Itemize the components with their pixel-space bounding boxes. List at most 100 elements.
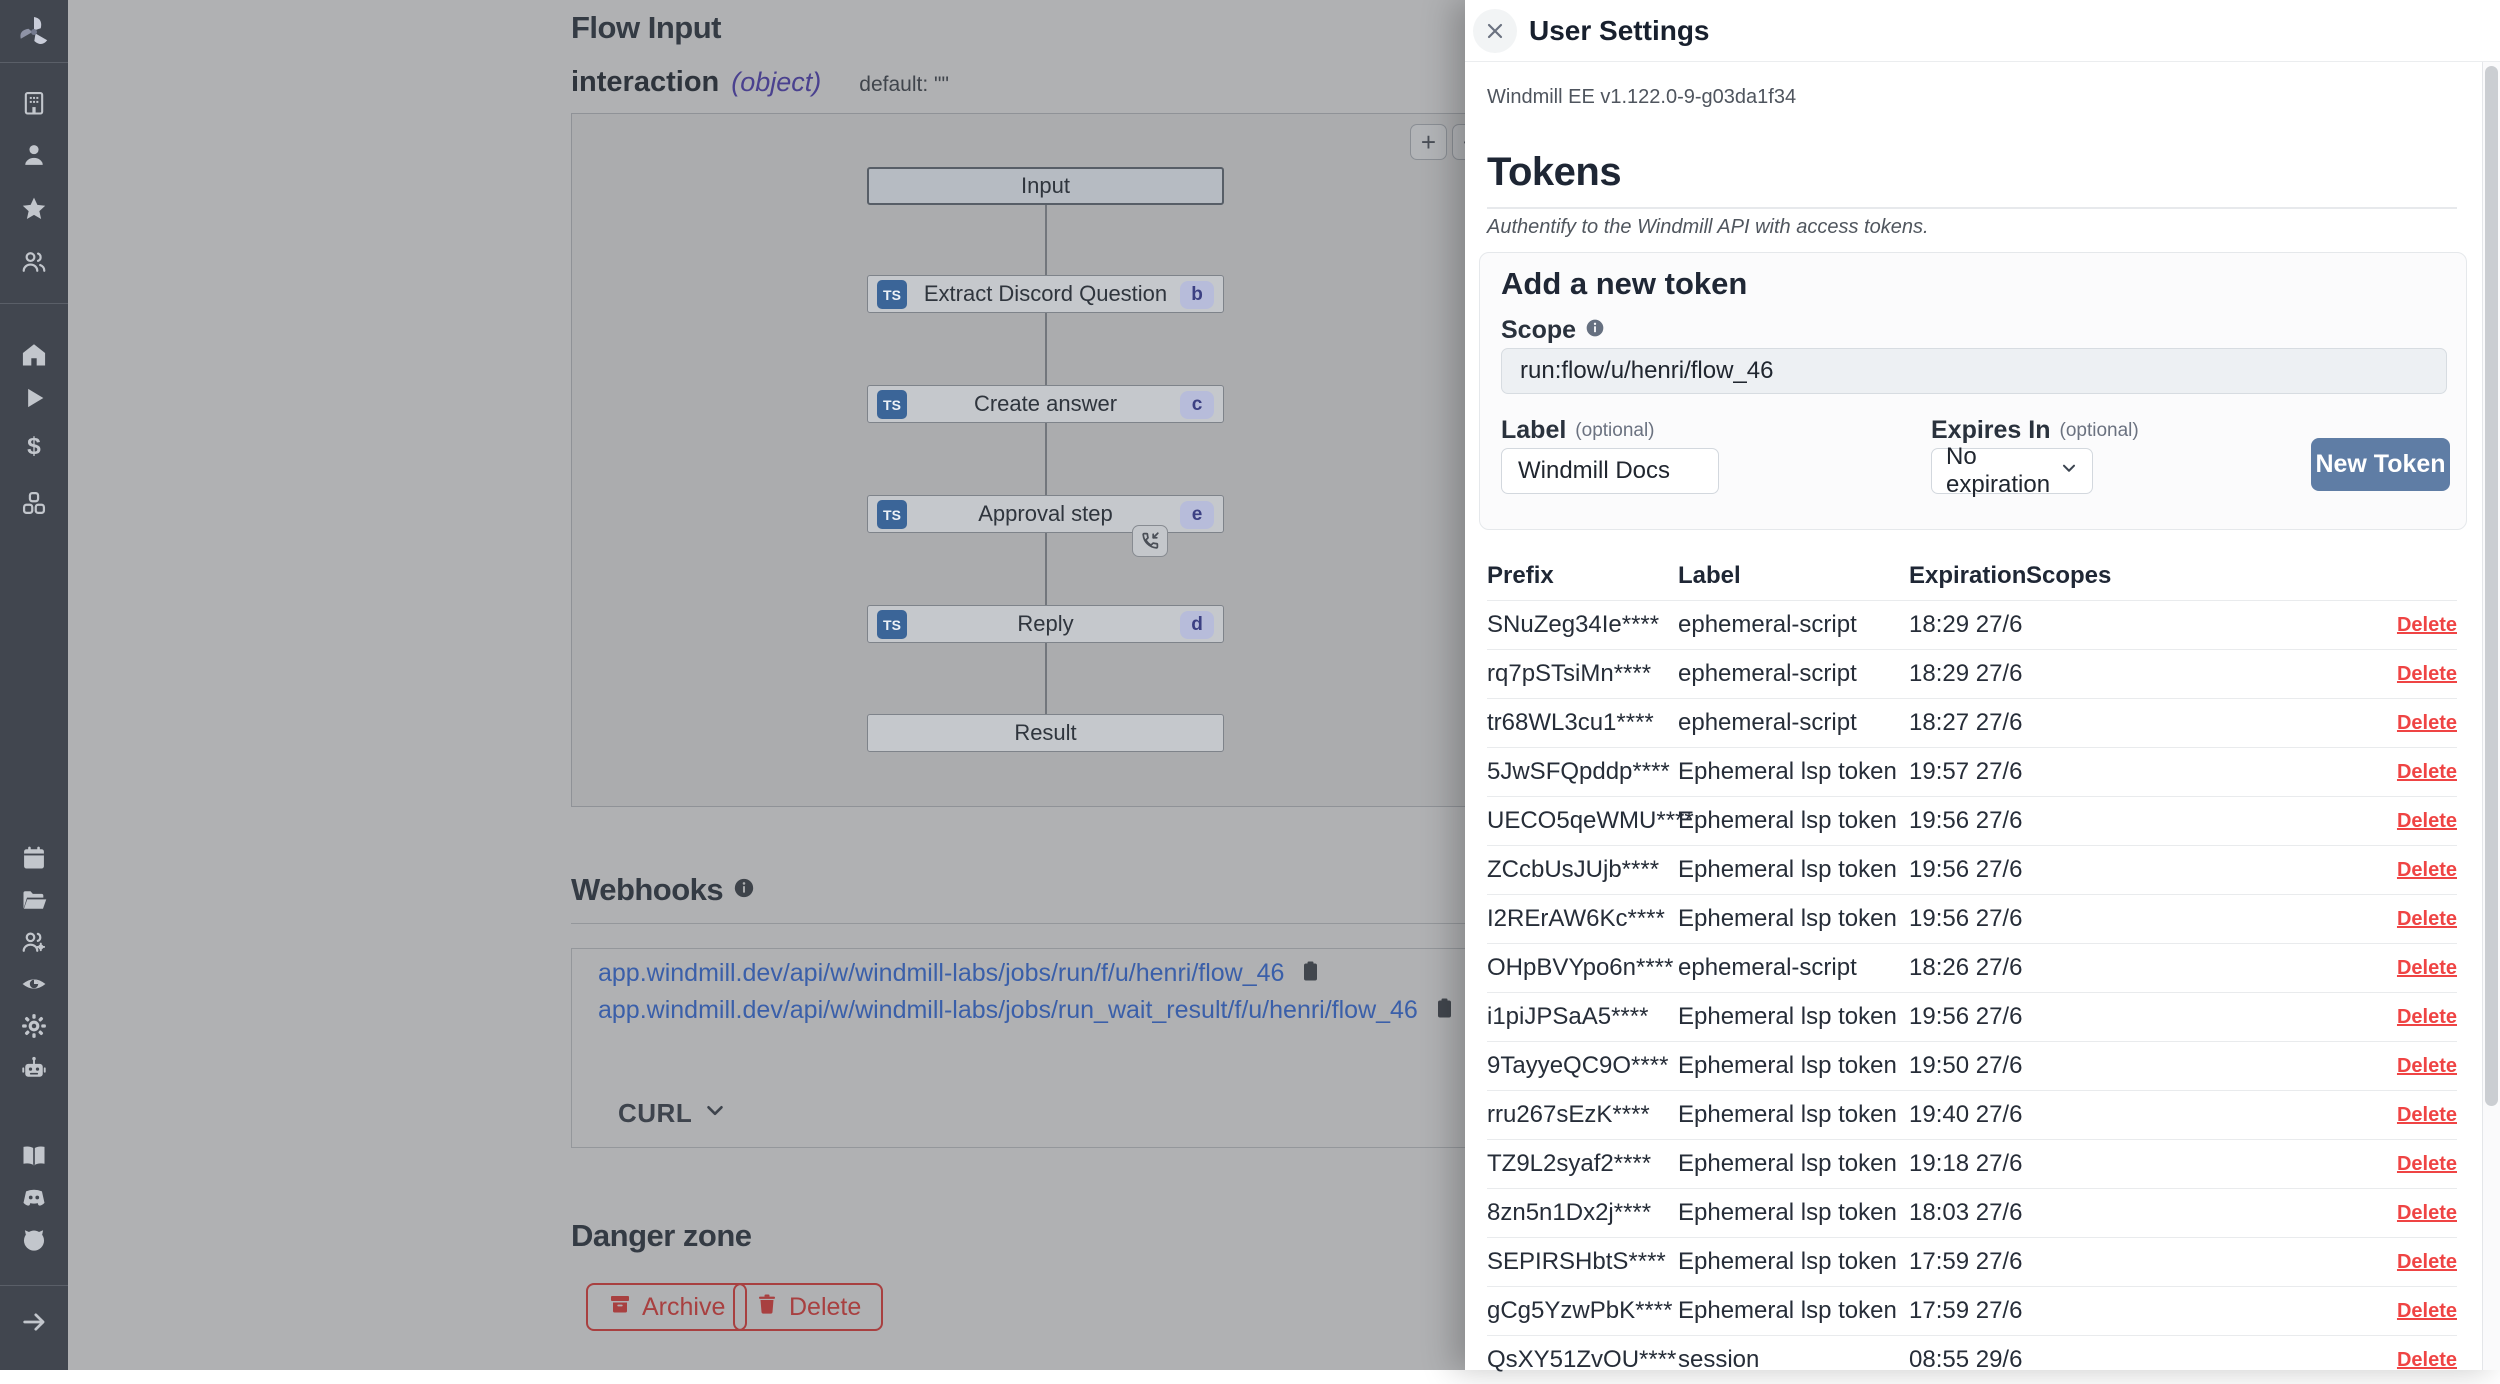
info-icon[interactable] — [1585, 316, 1605, 345]
danger-zone-title: Danger zone — [571, 1218, 752, 1254]
token-prefix: 9TayyeQC9O**** — [1487, 1052, 1678, 1080]
delete-token-link[interactable]: Delete — [2397, 1349, 2457, 1372]
delete-token-link[interactable]: Delete — [2397, 1153, 2457, 1176]
delete-token-link[interactable]: Delete — [2397, 1300, 2457, 1323]
flow-node-result[interactable]: Result — [867, 714, 1224, 752]
folder-open-icon[interactable] — [20, 886, 48, 914]
delete-flow-button[interactable]: Delete — [733, 1283, 883, 1331]
delete-token-link[interactable]: Delete — [2397, 859, 2457, 882]
divider — [571, 923, 1481, 924]
flow-node-create-answer[interactable]: TSCreate answerc — [867, 385, 1224, 423]
user-icon[interactable] — [20, 141, 48, 169]
new-token-button[interactable]: New Token — [2311, 438, 2450, 491]
play-icon[interactable] — [20, 384, 48, 412]
book-open-icon[interactable] — [20, 1142, 48, 1170]
discord-icon[interactable] — [20, 1184, 48, 1212]
flow-node-reply[interactable]: TSReplyd — [867, 605, 1224, 643]
archive-button[interactable]: Archive — [586, 1283, 747, 1331]
label-label-row: Label (optional) — [1501, 416, 1655, 445]
token-prefix: TZ9L2syaf2**** — [1487, 1150, 1678, 1178]
delete-token-link[interactable]: Delete — [2397, 614, 2457, 637]
token-prefix: SEPIRSHbtS**** — [1487, 1248, 1678, 1276]
token-label: Ephemeral lsp token — [1678, 758, 1909, 786]
flow-node-extract-discord-question[interactable]: TSExtract Discord Questionb — [867, 275, 1224, 313]
flow-graph: + − InputTSExtract Discord QuestionbTSCr… — [571, 113, 1481, 807]
phone-incoming-icon[interactable] — [1132, 525, 1168, 557]
dollar-icon[interactable]: $ — [20, 432, 48, 460]
add-token-card: Add a new token Scope Label (optional) E… — [1479, 252, 2467, 530]
typescript-icon: TS — [877, 500, 907, 529]
token-row: rru267sEzK****Ephemeral lsp token19:40 2… — [1487, 1090, 2457, 1139]
flow-edge — [1045, 533, 1047, 605]
flow-edge — [1045, 643, 1047, 714]
clipboard-icon[interactable] — [1298, 959, 1322, 988]
delete-token-link[interactable]: Delete — [2397, 1055, 2457, 1078]
token-expiration: 18:03 27/6 — [1909, 1199, 2026, 1227]
token-expiration: 19:57 27/6 — [1909, 758, 2026, 786]
archive-icon — [608, 1292, 632, 1323]
flow-node-approval-step[interactable]: TSApproval stepe — [867, 495, 1224, 533]
sidebar-divider — [0, 62, 68, 63]
delete-token-link[interactable]: Delete — [2397, 1251, 2457, 1274]
scope-label: Scope — [1501, 316, 1576, 345]
delete-token-link[interactable]: Delete — [2397, 761, 2457, 784]
node-id-badge: d — [1180, 611, 1214, 639]
token-expiration: 17:59 27/6 — [1909, 1248, 2026, 1276]
robot-icon[interactable] — [20, 1054, 48, 1082]
users-cog-icon[interactable] — [20, 928, 48, 956]
delete-token-link[interactable]: Delete — [2397, 1202, 2457, 1225]
delete-token-link[interactable]: Delete — [2397, 957, 2457, 980]
delete-token-link[interactable]: Delete — [2397, 1104, 2457, 1127]
clipboard-icon[interactable] — [1432, 996, 1456, 1025]
tokens-table-header: Prefix Label Expiration Scopes — [1487, 552, 2457, 600]
github-icon[interactable] — [20, 1226, 48, 1254]
webhook-url-link[interactable]: app.windmill.dev/api/w/windmill-labs/job… — [598, 959, 1284, 988]
token-row: 8zn5n1Dx2j****Ephemeral lsp token18:03 2… — [1487, 1188, 2457, 1237]
token-expiration: 17:59 27/6 — [1909, 1297, 2026, 1325]
arrow-right-icon[interactable] — [20, 1308, 48, 1336]
building-icon[interactable] — [20, 89, 48, 117]
curl-toggle[interactable]: CURL — [618, 1097, 728, 1130]
token-label: Ephemeral lsp token — [1678, 1052, 1909, 1080]
eye-icon[interactable] — [20, 970, 48, 998]
home-icon[interactable] — [20, 341, 48, 369]
property-type: (object) — [731, 67, 821, 98]
typescript-icon: TS — [877, 390, 907, 419]
token-row: gCg5YzwPbK****Ephemeral lsp token17:59 2… — [1487, 1286, 2457, 1335]
token-row: OHpBVYpo6n****ephemeral-script18:26 27/6… — [1487, 943, 2457, 992]
typescript-icon: TS — [877, 280, 907, 309]
delete-token-link[interactable]: Delete — [2397, 663, 2457, 686]
close-icon[interactable] — [1473, 9, 1517, 53]
token-label: Ephemeral lsp token — [1678, 1101, 1909, 1129]
token-prefix: gCg5YzwPbK**** — [1487, 1297, 1678, 1325]
users-icon[interactable] — [20, 248, 48, 276]
flow-node-label: Reply — [868, 611, 1223, 637]
expiration-select[interactable]: No expiration — [1931, 448, 2093, 494]
version-text: Windmill EE v1.122.0-9-g03da1f34 — [1487, 86, 1796, 109]
token-row: 5JwSFQpddp****Ephemeral lsp token19:57 2… — [1487, 747, 2457, 796]
calendar-icon[interactable] — [20, 844, 48, 872]
delete-token-link[interactable]: Delete — [2397, 712, 2457, 735]
zoom-in-button[interactable]: + — [1410, 124, 1447, 160]
scope-input[interactable] — [1501, 348, 2447, 394]
delete-token-link[interactable]: Delete — [2397, 810, 2457, 833]
delete-token-link[interactable]: Delete — [2397, 908, 2457, 931]
token-expiration: 19:56 27/6 — [1909, 856, 2026, 884]
webhook-url-link[interactable]: app.windmill.dev/api/w/windmill-labs/job… — [598, 996, 1418, 1025]
typescript-icon: TS — [877, 610, 907, 639]
scrollbar-thumb[interactable] — [2485, 66, 2498, 1106]
token-row: 9TayyeQC9O****Ephemeral lsp token19:50 2… — [1487, 1041, 2457, 1090]
node-id-badge: c — [1180, 391, 1214, 419]
delete-token-link[interactable]: Delete — [2397, 1006, 2457, 1029]
user-settings-drawer: User Settings Windmill EE v1.122.0-9-g03… — [1465, 0, 2500, 1370]
drawer-scrollbar[interactable] — [2482, 62, 2500, 1370]
token-label: Ephemeral lsp token — [1678, 1248, 1909, 1276]
boxes-icon[interactable] — [20, 489, 48, 517]
svg-text:$: $ — [27, 433, 41, 460]
flow-node-input[interactable]: Input — [867, 167, 1224, 205]
token-label-input[interactable] — [1501, 448, 1719, 494]
star-icon[interactable] — [20, 195, 48, 223]
info-icon[interactable] — [733, 877, 755, 904]
gear-icon[interactable] — [20, 1012, 48, 1040]
token-prefix: i1piJPSaA5**** — [1487, 1003, 1678, 1031]
